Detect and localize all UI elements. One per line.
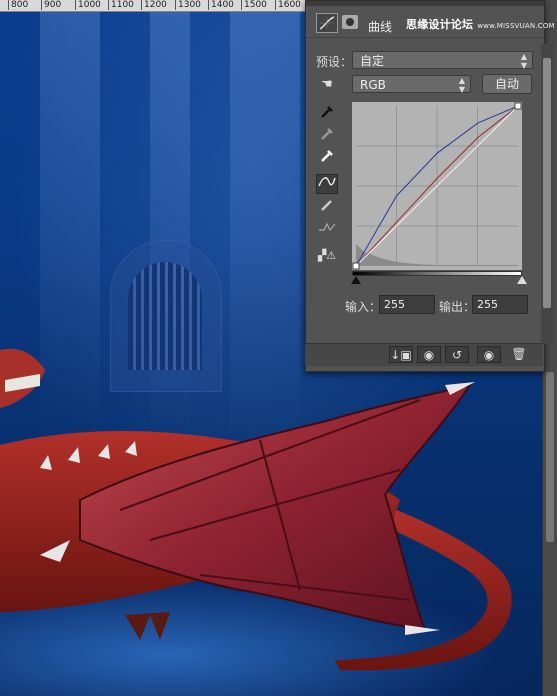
eyedropper-gray-icon[interactable] <box>316 127 338 147</box>
ruler-tick: 1600 <box>275 0 301 10</box>
output-label: 输出： <box>439 300 476 314</box>
watermark-text: 思缘设计论坛 www.MISSVUAN.COM <box>406 18 555 31</box>
hand-icon[interactable]: ☚ <box>316 75 338 95</box>
ruler-tick: 1400 <box>208 0 234 10</box>
preset-select[interactable]: 自定 ▲ ▼ <box>352 51 533 70</box>
smooth-icon[interactable] <box>316 220 338 240</box>
panel-header: 曲线 思缘设计论坛 www.MISSVUAN.COM <box>306 7 555 38</box>
ruler-tick: 1000 <box>75 0 101 10</box>
scrollbar-thumb[interactable] <box>546 372 554 542</box>
clipping-warning-icon[interactable]: ▞⚠ <box>316 246 338 266</box>
curve-control-point[interactable] <box>352 262 360 270</box>
horizontal-ruler[interactable]: 800 900 1000 1100 1200 1300 1400 1500 16… <box>0 0 306 12</box>
panel-title: 曲线 <box>368 20 393 34</box>
panel-scrollbar[interactable] <box>541 44 553 344</box>
ruler-tick: 1300 <box>175 0 201 10</box>
reset-icon[interactable]: ↺ <box>445 346 469 363</box>
panel-footer: ↓▣ ◉ ↺ ◉ 🗑 <box>305 343 543 366</box>
select-arrows-icon: ▲ ▼ <box>520 52 527 70</box>
curves-graph[interactable] <box>352 102 522 270</box>
curve-tool-icon[interactable] <box>316 174 338 194</box>
curve-control-point[interactable] <box>514 102 522 110</box>
input-gradient-bar <box>352 271 522 276</box>
input-label: 输入： <box>345 300 382 314</box>
auto-button[interactable]: 自动 <box>482 74 532 94</box>
ruler-tick: 900 <box>41 0 61 10</box>
curves-icon[interactable] <box>316 13 338 33</box>
view-previous-icon[interactable]: ◉ <box>417 346 441 363</box>
curves-svg[interactable] <box>352 102 522 270</box>
ruler-tick: 1200 <box>141 0 167 10</box>
white-point-slider[interactable] <box>517 276 527 284</box>
pencil-icon[interactable] <box>316 198 338 218</box>
channel-select[interactable]: RGB ▲ ▼ <box>352 75 471 94</box>
ruler-tick: 1500 <box>241 0 267 10</box>
channel-value: RGB <box>360 78 386 92</box>
select-arrows-icon: ▲ ▼ <box>458 76 465 94</box>
clip-layer-icon[interactable]: ↓▣ <box>389 346 413 363</box>
eye-icon[interactable]: ◉ <box>477 346 501 363</box>
preset-label: 预设： <box>316 55 353 69</box>
black-point-slider[interactable] <box>351 276 361 284</box>
panel-tabs-strip[interactable] <box>306 1 544 6</box>
panel-scrollbar-thumb[interactable] <box>543 58 551 308</box>
eyedropper-white-icon[interactable] <box>316 149 338 169</box>
preset-value: 自定 <box>360 54 385 68</box>
ruler-tick: 1100 <box>108 0 134 10</box>
mask-icon[interactable] <box>342 15 358 29</box>
input-value-field[interactable]: 255 <box>379 295 435 314</box>
ruler-tick: 800 <box>8 0 28 10</box>
trash-icon[interactable]: 🗑 <box>507 346 531 363</box>
eyedropper-black-icon[interactable] <box>316 105 338 125</box>
output-value-field[interactable]: 255 <box>472 295 528 314</box>
